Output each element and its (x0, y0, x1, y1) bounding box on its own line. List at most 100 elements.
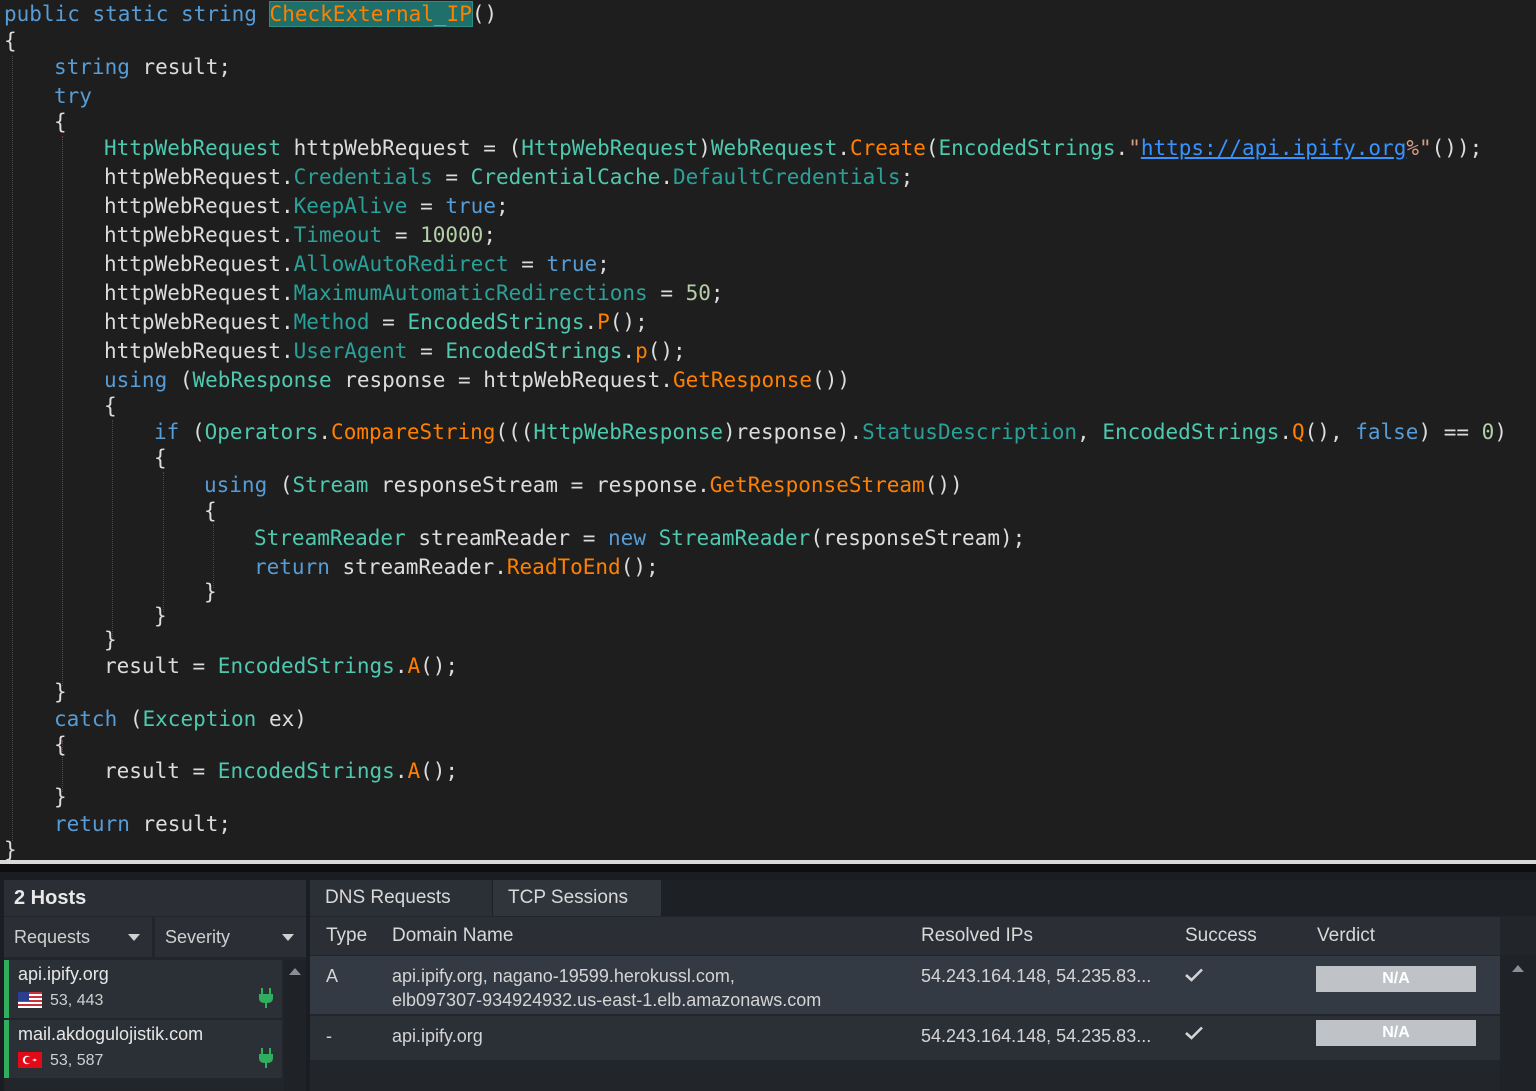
code-token: } (104, 628, 117, 652)
code-token: { (104, 394, 117, 418)
code-token: (); (420, 654, 459, 678)
code-token: httpWebRequest. (104, 194, 294, 218)
col-domain-name[interactable]: Domain Name (392, 917, 513, 955)
code-token: responseStream = response. (381, 473, 710, 497)
code-token: ; (597, 252, 610, 276)
chevron-down-icon (128, 934, 140, 941)
highlighted-identifier: CheckExternal_IP (268, 1, 473, 27)
code-line: } (54, 783, 67, 811)
code-token: { (154, 446, 167, 470)
code-token: httpWebRequest. (104, 252, 294, 276)
code-line: } (204, 578, 217, 606)
tab-tcp-sessions[interactable]: TCP Sessions (1) (493, 880, 661, 944)
code-line: httpWebRequest.Timeout = 10000; (104, 221, 496, 249)
dns-domain: api.ipify.org (392, 1026, 483, 1046)
code-token: ( (191, 420, 205, 444)
col-type[interactable]: Type (326, 917, 367, 955)
dns-domain: elb097307-934924932.us-east-1.elb.amazon… (392, 990, 822, 1010)
code-line: httpWebRequest.KeepAlive = true; (104, 192, 509, 220)
code-line: result = EncodedStrings.A(); (104, 757, 458, 785)
code-token: = (382, 223, 421, 247)
severity-sort-dropdown[interactable]: Severity (155, 917, 306, 957)
tab-dns-requests[interactable]: DNS Requests (2) (310, 880, 492, 944)
dns-scrollbar[interactable] (1500, 955, 1536, 1091)
scroll-up-icon[interactable] (1512, 965, 1524, 972)
code-token: (); (420, 759, 459, 783)
code-token: . (622, 339, 636, 363)
code-token: (), (1304, 420, 1356, 444)
col-success[interactable]: Success (1185, 917, 1257, 955)
code-token: true (546, 252, 598, 276)
code-token: . (1115, 136, 1129, 160)
code-line: using (Stream responseStream = response.… (204, 471, 963, 499)
code-token: streamReader. (342, 555, 507, 579)
col-verdict[interactable]: Verdict (1317, 917, 1375, 955)
code-token: false (1355, 420, 1419, 444)
splitter-shadow (0, 864, 1536, 872)
code-token: EncodedStrings (217, 654, 395, 678)
code-token: catch (54, 707, 130, 731)
code-token: GetResponse (672, 368, 813, 392)
code-token: ()); (1431, 136, 1483, 160)
code-token: ) (698, 136, 711, 160)
indent-guide (62, 136, 63, 686)
code-line: public static string CheckExternal_IP() (4, 0, 497, 28)
code-token: ; (483, 223, 496, 247)
code-token: WebResponse (192, 368, 345, 392)
code-token: . (837, 136, 850, 160)
code-token: Exception (142, 707, 269, 731)
code-token: return (254, 555, 343, 579)
code-token: if (154, 420, 192, 444)
code-line: HttpWebRequest httpWebRequest = (HttpWeb… (104, 134, 1482, 162)
dns-resolved-ips: 54.243.164.148, 54.235.83... (921, 966, 1152, 986)
code-token: AllowAutoRedirect (293, 252, 509, 276)
indent-guide (163, 472, 164, 612)
code-token: = (647, 281, 686, 305)
code-token: = (508, 252, 547, 276)
code-token: public (4, 2, 93, 26)
code-token: Operators (204, 420, 319, 444)
code-line: if (Operators.CompareString(((HttpWebRes… (154, 418, 1507, 446)
requests-sort-dropdown[interactable]: Requests (4, 917, 152, 957)
hosts-scrollbar[interactable] (284, 960, 306, 1091)
code-token: . (660, 165, 673, 189)
code-line: string result; (54, 53, 231, 81)
tr-flag-icon (18, 1052, 42, 1068)
code-editor[interactable]: public static string CheckExternal_IP(){… (0, 0, 1536, 860)
requests-label: Requests (14, 927, 91, 947)
table-row[interactable]: A api.ipify.org, nagano-19599.herokussl.… (310, 956, 1500, 1014)
code-line: { (204, 497, 217, 525)
code-token: = (432, 165, 471, 189)
code-token: string (54, 55, 143, 79)
code-token: 50 (685, 281, 711, 305)
code-token: using (204, 473, 280, 497)
scroll-up-icon[interactable] (289, 968, 301, 975)
table-row[interactable]: - api.ipify.org 54.243.164.148, 54.235.8… (310, 1016, 1500, 1060)
code-line: return streamReader.ReadToEnd(); (254, 553, 659, 581)
code-token: static (92, 2, 182, 26)
code-token: httpWebRequest. (104, 223, 294, 247)
code-token: CredentialCache (470, 165, 661, 189)
host-item[interactable]: mail.akdogulojistik.com 53, 587 (4, 1020, 282, 1078)
code-token: new (608, 526, 659, 550)
dns-type: A (326, 966, 339, 986)
code-line: httpWebRequest.UserAgent = EncodedString… (104, 337, 686, 365)
code-token: httpWebRequest. (104, 339, 294, 363)
hosts-pane: 2 Hosts Requests Severity api.ipify.org … (4, 880, 306, 1091)
host-item[interactable]: api.ipify.org 53, 443 (4, 960, 282, 1018)
code-token: CompareString (331, 420, 496, 444)
us-flag-icon (18, 992, 42, 1008)
host-ports: 53, 587 (50, 1052, 104, 1069)
code-token: using (104, 368, 180, 392)
col-resolved-ips[interactable]: Resolved IPs (921, 917, 1033, 955)
code-token: HttpWebRequest (521, 136, 699, 160)
indent-guide (12, 56, 13, 841)
code-line: } (54, 678, 67, 706)
code-token: %" (1406, 136, 1432, 160)
code-line: httpWebRequest.AllowAutoRedirect = true; (104, 250, 610, 278)
url-link[interactable]: https://api.ipify.org (1141, 136, 1407, 160)
code-token: (responseStream); (810, 526, 1026, 550)
code-token: { (54, 733, 67, 757)
code-token: HttpWebResponse (533, 420, 724, 444)
code-token: ((( (495, 420, 534, 444)
